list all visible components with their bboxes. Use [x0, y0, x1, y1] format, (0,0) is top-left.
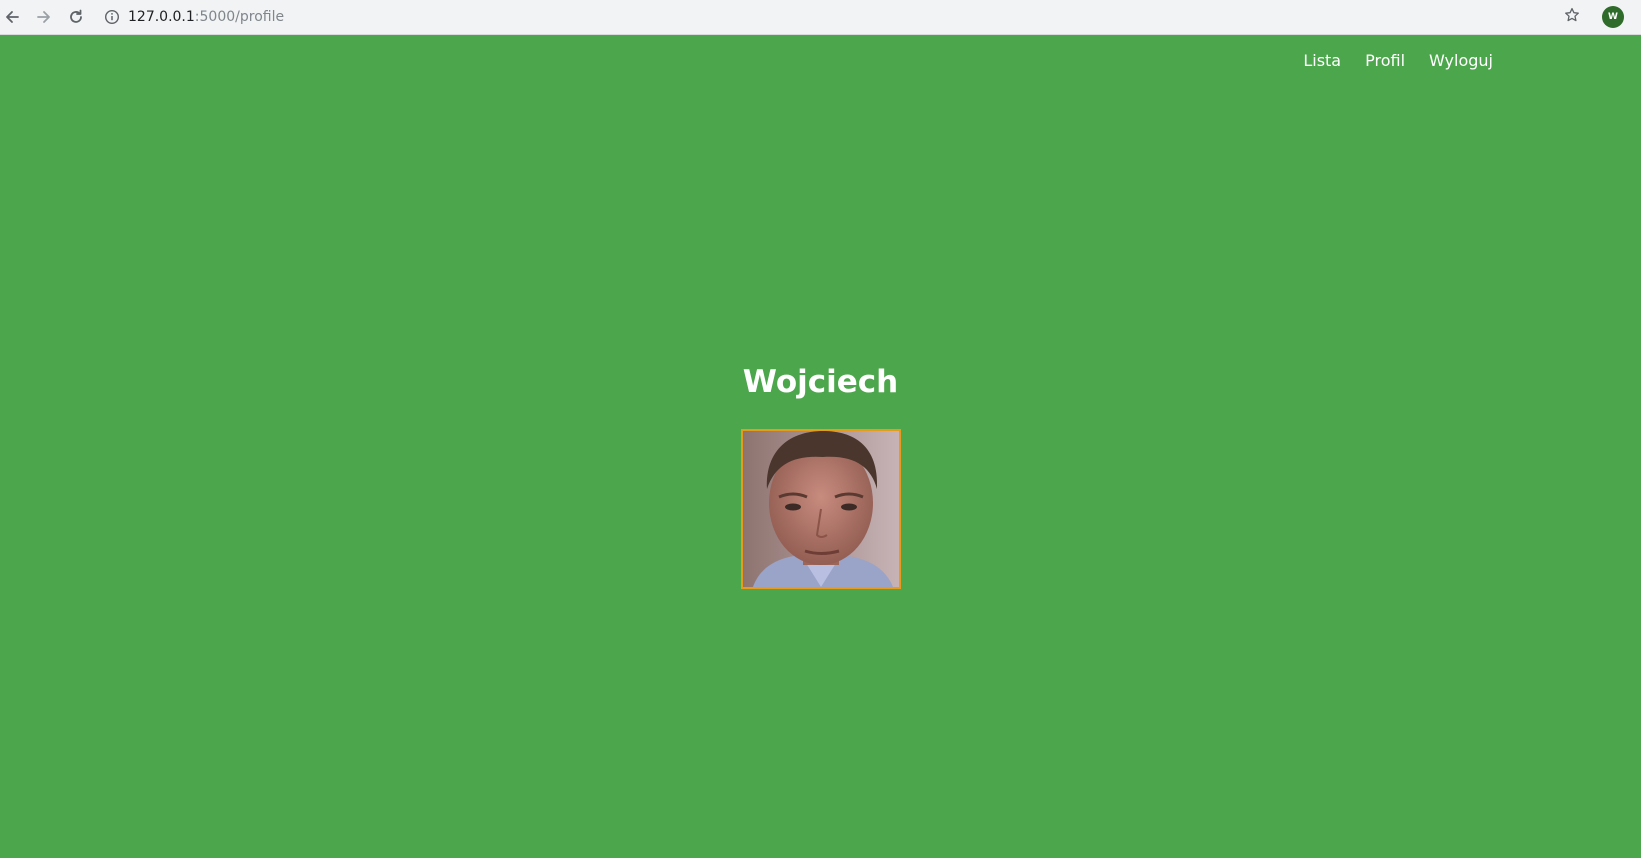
info-icon[interactable]	[104, 9, 120, 25]
profile-avatar[interactable]: W	[1602, 6, 1624, 28]
top-nav: Lista Profil Wyloguj	[1303, 51, 1493, 70]
profile-photo	[741, 429, 901, 589]
browser-toolbar: 127.0.0.1:5000/profile W	[0, 0, 1641, 35]
arrow-right-icon	[36, 9, 52, 25]
reload-button[interactable]	[64, 5, 88, 29]
nav-link-profil[interactable]: Profil	[1365, 51, 1405, 70]
reload-icon	[68, 9, 84, 25]
profile-name: Wojciech	[742, 364, 899, 400]
back-button[interactable]	[0, 5, 24, 29]
page-content: Lista Profil Wyloguj Wojciech	[0, 35, 1641, 858]
star-icon	[1564, 7, 1580, 28]
url-path: :5000/profile	[194, 9, 285, 25]
address-bar[interactable]: 127.0.0.1:5000/profile	[104, 4, 284, 30]
forward-button[interactable]	[32, 5, 56, 29]
url-host: 127.0.0.1	[128, 9, 195, 25]
nav-link-lista[interactable]: Lista	[1303, 51, 1341, 70]
bookmark-button[interactable]	[1560, 5, 1584, 29]
arrow-left-icon	[4, 9, 20, 25]
nav-link-wyloguj[interactable]: Wyloguj	[1429, 51, 1493, 70]
